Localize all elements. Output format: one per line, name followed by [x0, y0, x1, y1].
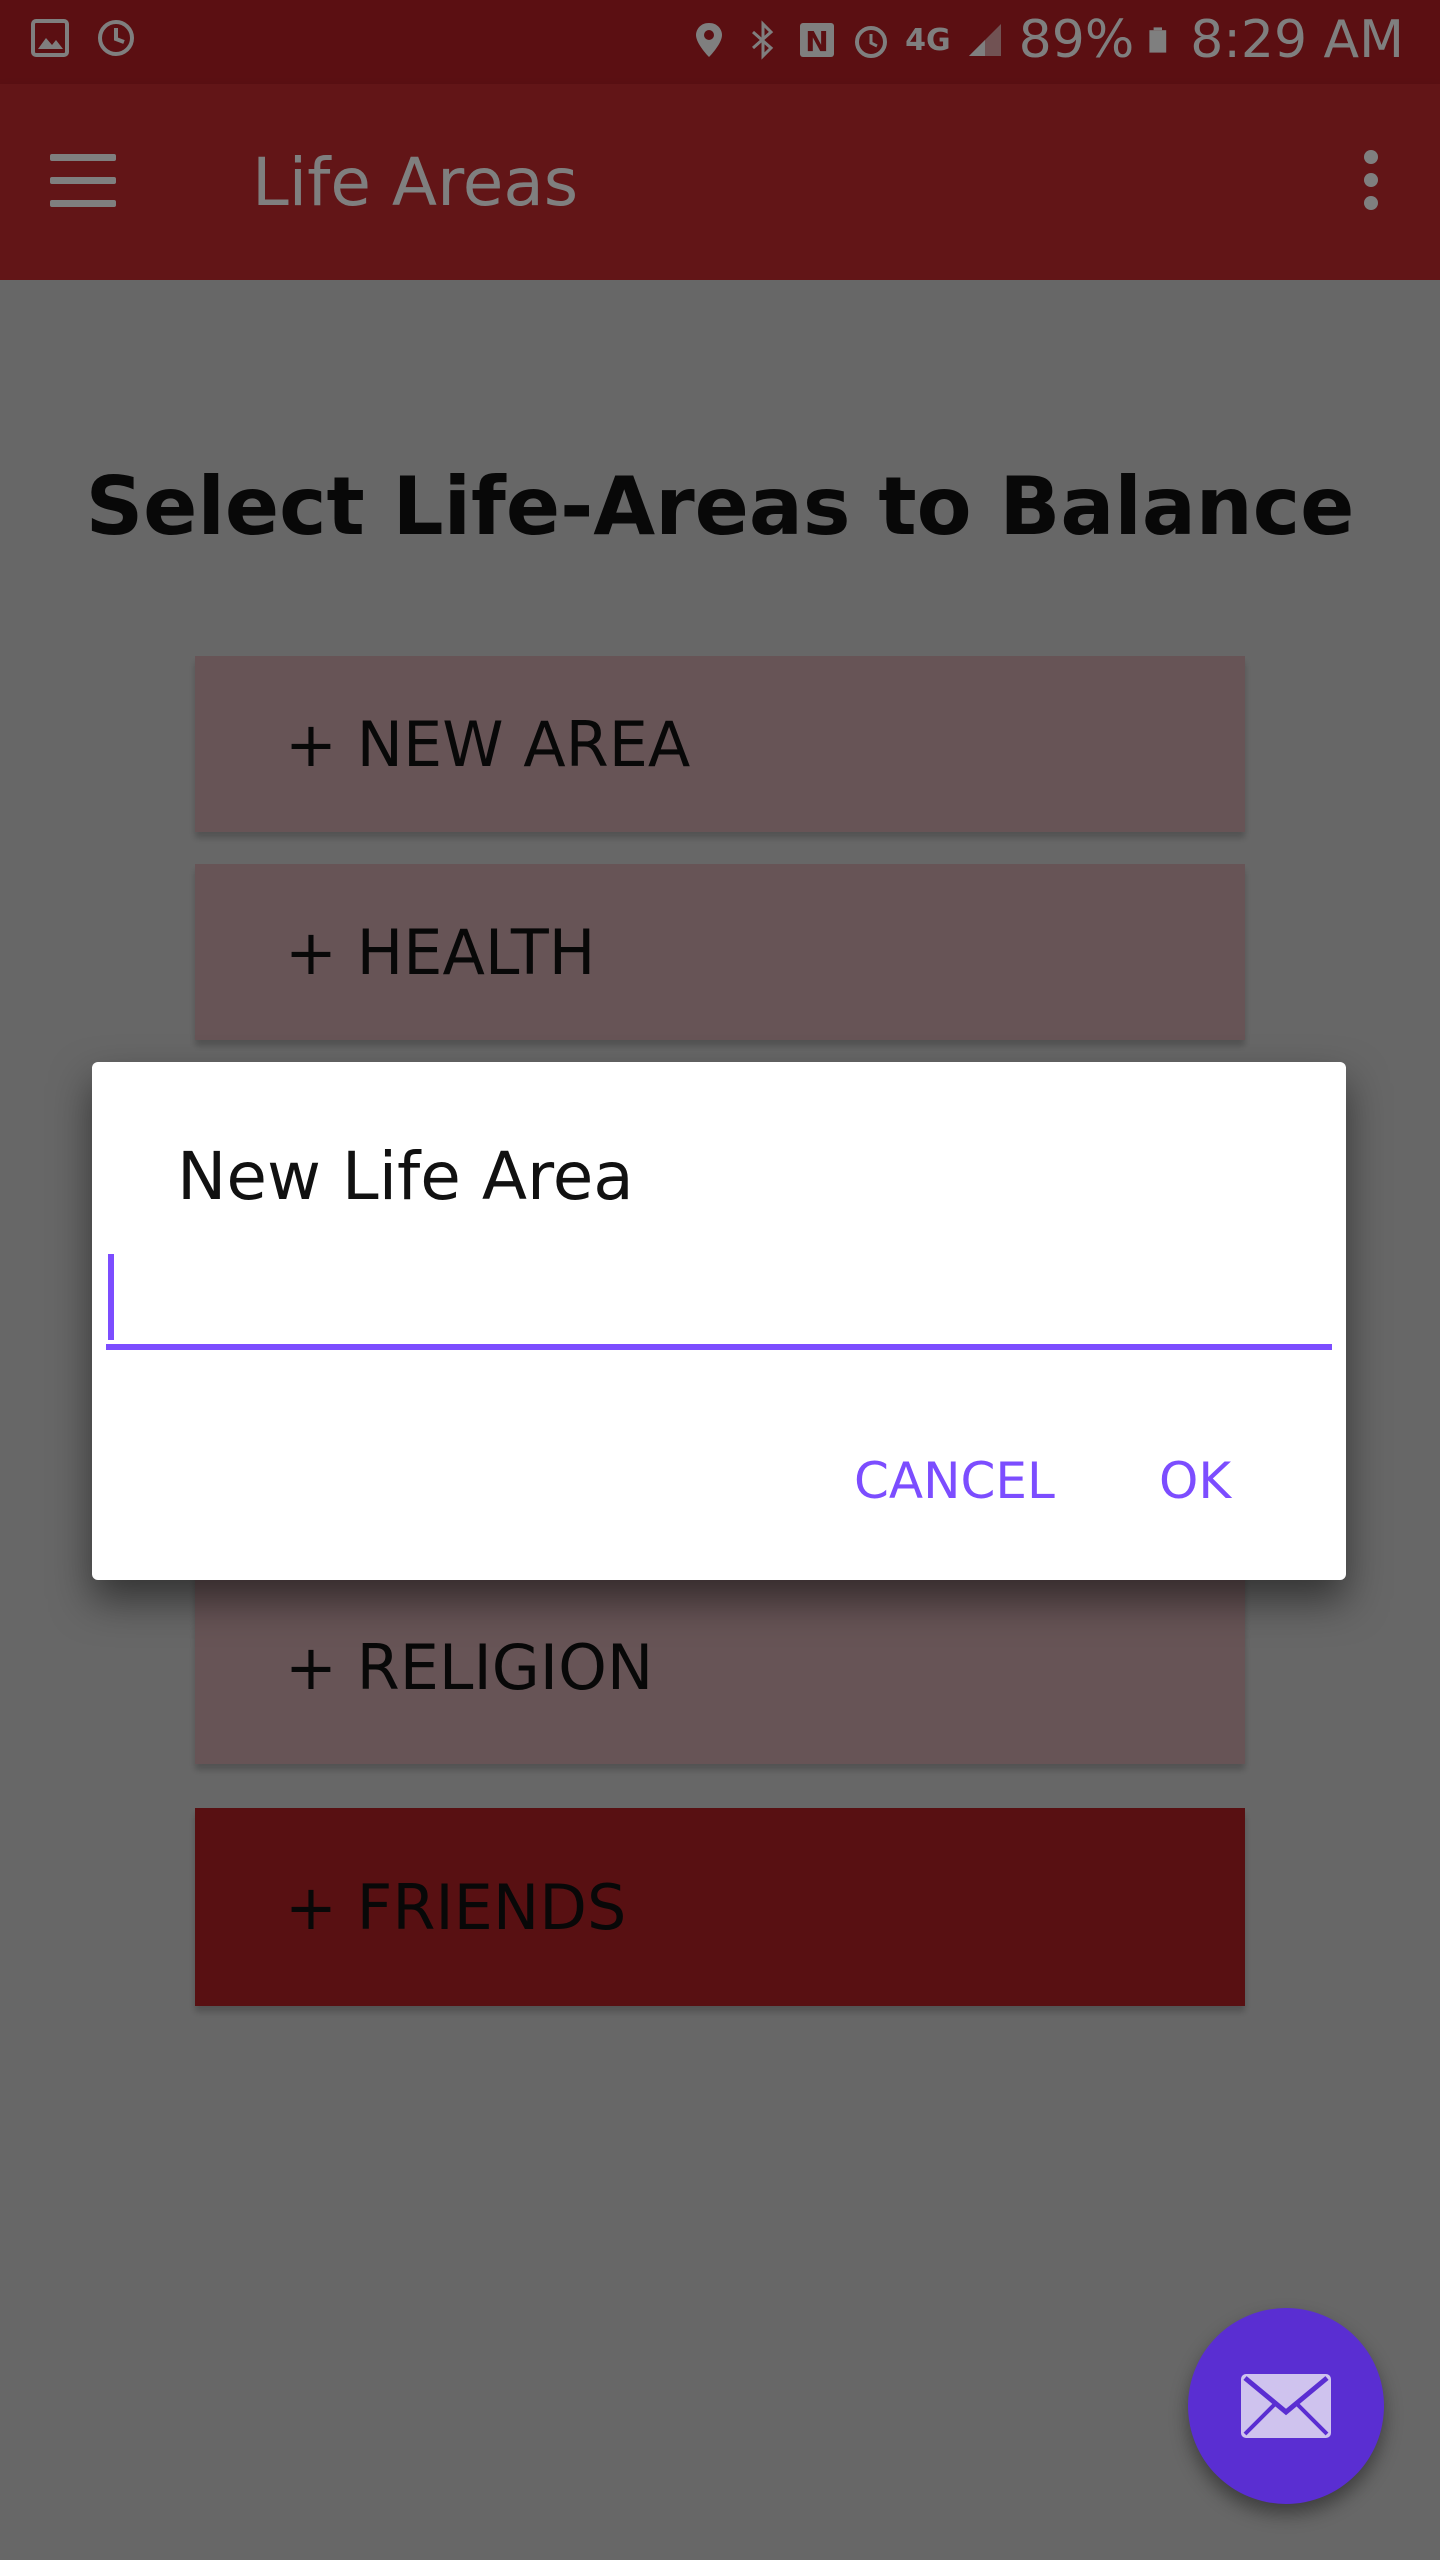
new-life-area-dialog: New Life Area CANCEL OK	[92, 1062, 1346, 1580]
mail-fab-button[interactable]	[1188, 2308, 1384, 2504]
text-cursor	[108, 1254, 114, 1340]
mail-icon	[1241, 2374, 1331, 2438]
dialog-title: New Life Area	[177, 1138, 634, 1215]
ok-button[interactable]: OK	[1159, 1452, 1231, 1510]
cancel-button[interactable]: CANCEL	[854, 1452, 1055, 1510]
life-area-name-input[interactable]	[106, 1254, 1332, 1350]
